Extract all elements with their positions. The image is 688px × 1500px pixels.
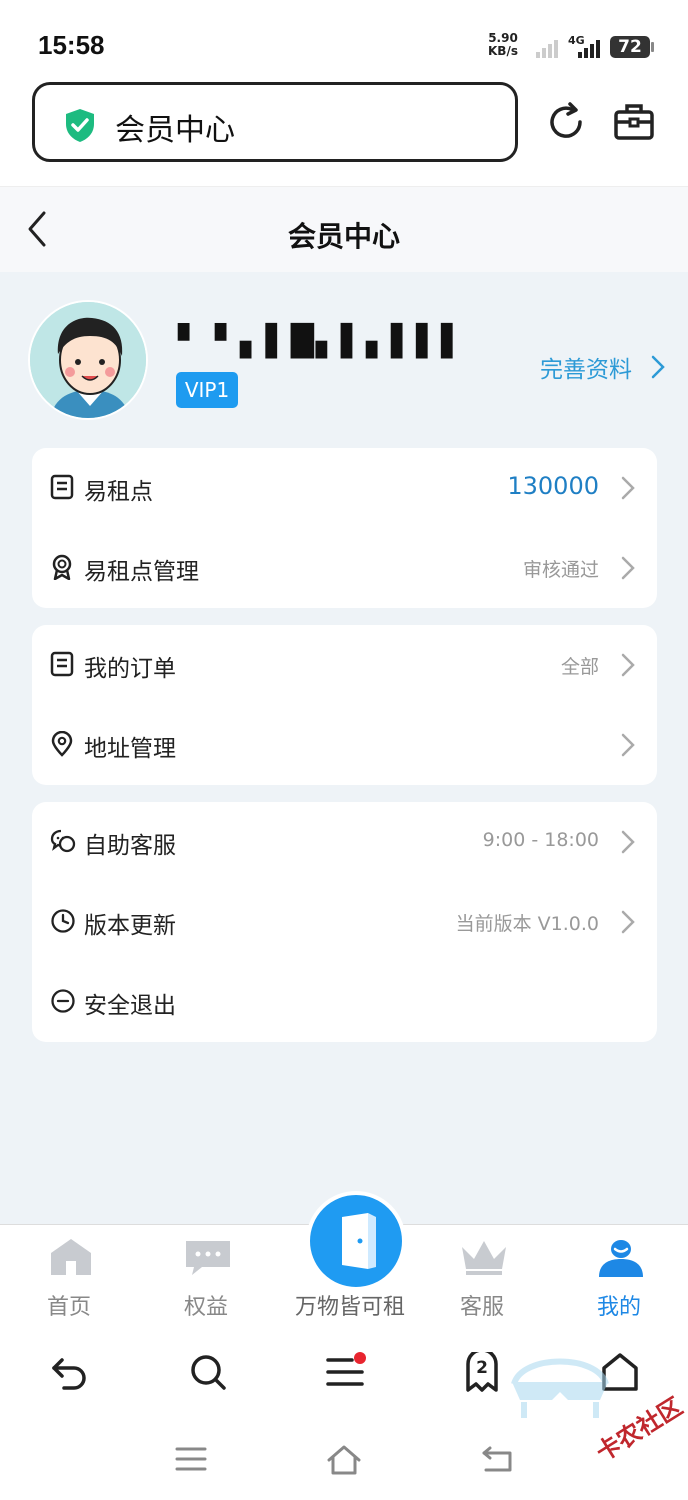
service-hours: 9:00 - 18:00	[482, 829, 599, 851]
chevron-right-icon	[621, 556, 635, 580]
speed-unit: KB/s	[488, 44, 518, 58]
tab-label[interactable]: 万物皆可租	[260, 1289, 440, 1321]
document-icon	[50, 474, 74, 500]
points-value: 130000	[507, 472, 599, 500]
current-version: 当前版本 V1.0.0	[455, 913, 599, 935]
page-title: 会员中心	[287, 220, 400, 253]
tab-customer-service[interactable]: 客服	[422, 1225, 542, 1327]
list-item-address-management[interactable]: 地址管理	[32, 705, 657, 785]
vip-badge: VIP1	[176, 372, 238, 408]
home-icon	[51, 1239, 91, 1275]
chat-icon	[50, 829, 76, 853]
notification-dot	[354, 1352, 366, 1364]
avatar-illustration	[30, 302, 146, 418]
user-icon	[599, 1240, 643, 1277]
tab-benefits[interactable]: 权益	[146, 1225, 266, 1327]
chevron-right-icon[interactable]	[650, 354, 666, 380]
back-icon[interactable]	[50, 1352, 90, 1392]
review-status: 审核通过	[522, 559, 599, 581]
rent-anything-button[interactable]	[306, 1191, 406, 1291]
list-item-label: 自助客服	[84, 833, 176, 859]
tab-mine[interactable]: 我的	[559, 1225, 679, 1327]
list-item-label: 安全退出	[84, 993, 176, 1019]
address-text: 会员中心	[115, 113, 235, 148]
service-card: 自助客服 9:00 - 18:00 版本更新 当前版本 V1.0.0 安全退出	[32, 802, 657, 1042]
badge-icon	[52, 554, 72, 580]
status-time: 15:58	[38, 30, 105, 60]
back-icon[interactable]	[480, 1444, 514, 1474]
home-icon[interactable]	[326, 1444, 362, 1476]
list-item-label: 地址管理	[84, 736, 176, 762]
toolbox-icon[interactable]	[612, 102, 656, 142]
complete-profile-link[interactable]: 完善资料	[540, 350, 632, 384]
location-icon	[51, 731, 73, 757]
signal-strong-icon	[578, 40, 600, 58]
list-item-label: 我的订单	[84, 656, 176, 682]
chevron-right-icon	[621, 910, 635, 934]
battery-indicator: 72	[610, 36, 654, 58]
signal-icon	[536, 40, 558, 58]
shield-check-icon	[66, 109, 94, 142]
list-item-label: 版本更新	[84, 913, 176, 939]
tab-label: 首页	[46, 1295, 91, 1320]
list-item-version-update[interactable]: 版本更新 当前版本 V1.0.0	[32, 882, 657, 962]
list-item-logout[interactable]: 安全退出	[32, 962, 657, 1042]
list-item-self-service[interactable]: 自助客服 9:00 - 18:00	[32, 802, 657, 882]
system-navigation-bar	[0, 1420, 688, 1500]
tab-label: 权益	[183, 1295, 228, 1320]
username: ▘▝▗ ▌█▖▌▖▌▌▌	[178, 324, 467, 359]
list-item-points[interactable]: 易租点 130000	[32, 448, 657, 528]
orders-filter-value: 全部	[560, 656, 599, 678]
list-item-label: 易租点管理	[84, 559, 199, 585]
chevron-right-icon	[621, 476, 635, 500]
list-item-label: 易租点	[84, 479, 153, 505]
address-bar[interactable]: 会员中心	[32, 82, 518, 162]
status-bar: 15:58 5.90 KB/s 4G 72	[0, 0, 688, 80]
network-speed: 5.90 KB/s	[488, 32, 518, 58]
chevron-right-icon	[621, 830, 635, 854]
minus-circle-icon	[51, 989, 75, 1013]
list-item-points-management[interactable]: 易租点管理 审核通过	[32, 528, 657, 608]
avatar[interactable]	[28, 300, 148, 420]
recents-icon[interactable]	[174, 1444, 208, 1474]
goggles-decoration-icon	[511, 1358, 609, 1418]
points-card: 易租点 130000 易租点管理 审核通过	[32, 448, 657, 608]
tab-home[interactable]: 首页	[9, 1225, 129, 1327]
clock-icon	[51, 909, 75, 933]
list-item-my-orders[interactable]: 我的订单 全部	[32, 625, 657, 705]
main-content: ▘▝▗ ▌█▖▌▖▌▌▌ VIP1 完善资料 易租点 130000 易租点管理 …	[0, 272, 688, 1224]
message-icon	[186, 1241, 230, 1275]
crown-icon	[462, 1241, 506, 1275]
search-icon[interactable]	[188, 1352, 228, 1392]
tabs-button[interactable]: 2	[462, 1352, 502, 1394]
chevron-right-icon	[621, 733, 635, 757]
tab-label: 客服	[459, 1295, 504, 1320]
bottom-tab-bar: 首页 权益 万物皆可租 客服 我的	[0, 1191, 688, 1327]
refresh-icon[interactable]	[544, 100, 588, 144]
door-icon	[342, 1213, 376, 1269]
tabs-count: 2	[476, 1358, 488, 1378]
page-header: 会员中心	[0, 186, 688, 272]
document-icon	[50, 651, 74, 677]
orders-card: 我的订单 全部 地址管理	[32, 625, 657, 785]
chevron-right-icon	[621, 653, 635, 677]
tab-label: 我的	[596, 1295, 641, 1320]
